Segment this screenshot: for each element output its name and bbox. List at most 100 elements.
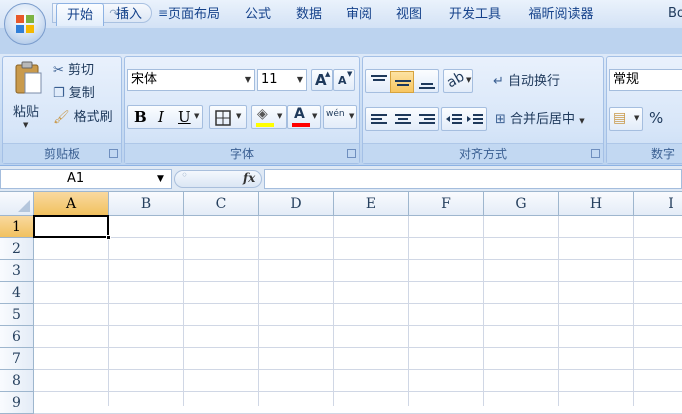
grow-font-button[interactable]: A ▲ xyxy=(311,69,333,91)
paste-button[interactable]: 粘贴 ▼ xyxy=(7,59,47,135)
tab-formulas[interactable]: 公式 xyxy=(236,3,280,26)
row-header-6[interactable]: 6 xyxy=(0,326,34,348)
grid-column-line xyxy=(183,216,184,406)
column-header-c[interactable]: C xyxy=(184,192,259,216)
cut-label: 剪切 xyxy=(68,63,95,78)
tab-insert[interactable]: 插入 xyxy=(106,3,152,26)
bold-button[interactable]: B xyxy=(134,108,147,126)
wrap-text-button[interactable]: ↵ 自动换行 xyxy=(493,71,560,93)
fill-color-button[interactable]: ◈ ▼ xyxy=(251,105,287,129)
office-logo-icon xyxy=(16,15,34,33)
underline-dropdown-icon[interactable]: ▼ xyxy=(194,112,199,120)
copy-button[interactable]: ❐ 复制 xyxy=(53,83,95,105)
clipboard-group-label: 剪贴板 xyxy=(3,143,121,163)
fill-color-dropdown-icon[interactable]: ▼ xyxy=(277,112,282,120)
formula-input[interactable] xyxy=(264,169,682,189)
name-box-value: A1 xyxy=(67,171,85,186)
tab-data[interactable]: 数据 xyxy=(286,3,332,26)
tab-page-layout[interactable]: 页面布局 xyxy=(158,3,230,26)
merge-center-dropdown-icon[interactable]: ▼ xyxy=(579,117,584,125)
align-bottom-icon[interactable] xyxy=(418,73,436,91)
font-group: 宋体 ▼ 11 ▼ A ▲ A ▼ B I U ▼ ▼ ◈ ▼ A ▼ wén … xyxy=(124,56,360,164)
align-top-icon[interactable] xyxy=(370,73,388,91)
decrease-indent-icon[interactable] xyxy=(445,111,463,129)
format-painter-button[interactable]: 🖌 格式刷 xyxy=(53,107,113,129)
increase-indent-icon[interactable] xyxy=(466,111,484,129)
scissors-icon: ✂ xyxy=(53,63,64,78)
row-header-9[interactable]: 9 xyxy=(0,392,34,414)
align-left-icon[interactable] xyxy=(370,111,388,129)
italic-button[interactable]: I xyxy=(158,108,164,126)
alignment-group: ab ▼ ↵ 自动换行 ⊞ 合并后居中 ▼ 对齐方式 xyxy=(362,56,604,164)
accounting-format-button[interactable]: ▤ ▼ xyxy=(609,107,643,131)
align-right-icon[interactable] xyxy=(418,111,436,129)
tab-view[interactable]: 视图 xyxy=(386,3,432,26)
accounting-dropdown-icon[interactable]: ▼ xyxy=(634,114,639,122)
number-format-combo[interactable]: 常规 xyxy=(609,69,682,91)
font-dialog-launcher-icon[interactable] xyxy=(347,149,356,158)
row-header-5[interactable]: 5 xyxy=(0,304,34,326)
font-color-dropdown-icon[interactable]: ▼ xyxy=(312,112,317,120)
row-header-3[interactable]: 3 xyxy=(0,260,34,282)
select-all-corner[interactable] xyxy=(0,192,34,216)
row-header-8[interactable]: 8 xyxy=(0,370,34,392)
row-header-4[interactable]: 4 xyxy=(0,282,34,304)
number-group: 常规 ▤ ▼ % 数字 xyxy=(606,56,682,164)
office-button[interactable] xyxy=(4,3,46,45)
phonetic-button[interactable]: wén ▼ xyxy=(323,105,357,129)
phonetic-icon: wén xyxy=(326,109,345,119)
formula-splitter-icon[interactable]: ◦ xyxy=(181,168,188,182)
borders-dropdown-icon[interactable]: ▼ xyxy=(236,112,241,120)
fill-handle[interactable] xyxy=(106,235,111,240)
merge-center-button[interactable]: ⊞ 合并后居中 ▼ xyxy=(495,109,585,131)
accounting-icon: ▤ xyxy=(613,110,627,126)
tab-review[interactable]: 审阅 xyxy=(336,3,382,26)
ribbon-tab-bar xyxy=(0,28,682,54)
tab-developer[interactable]: 开发工具 xyxy=(438,3,512,26)
orientation-dropdown-icon[interactable]: ▼ xyxy=(466,76,471,84)
font-size-dropdown-icon[interactable]: ▼ xyxy=(297,70,303,90)
orientation-button[interactable]: ab ▼ xyxy=(443,69,473,93)
column-header-i[interactable]: I xyxy=(634,192,682,216)
name-box[interactable]: A1 ▼ xyxy=(0,169,172,189)
column-header-f[interactable]: F xyxy=(409,192,484,216)
column-header-a[interactable]: A xyxy=(34,192,109,216)
row-header-1[interactable]: 1 xyxy=(0,216,34,238)
column-header-d[interactable]: D xyxy=(259,192,334,216)
grid-column-line xyxy=(258,216,259,406)
shrink-font-button[interactable]: A ▼ xyxy=(333,69,355,91)
font-size-value: 11 xyxy=(261,72,278,87)
font-color-button[interactable]: A ▼ xyxy=(287,105,321,129)
insert-function-icon[interactable]: fx xyxy=(243,171,255,185)
tab-foxit-reader[interactable]: 福昕阅读器 xyxy=(516,3,606,26)
grid-row-line xyxy=(34,347,682,348)
name-box-dropdown-icon[interactable]: ▼ xyxy=(157,170,164,188)
row-header-7[interactable]: 7 xyxy=(0,348,34,370)
borders-icon xyxy=(215,110,231,126)
paste-icon xyxy=(15,61,42,94)
column-header-h[interactable]: H xyxy=(559,192,634,216)
cut-button[interactable]: ✂ 剪切 xyxy=(53,60,94,82)
orientation-icon: ab xyxy=(444,68,468,92)
borders-button[interactable]: ▼ xyxy=(209,105,247,129)
font-size-combo[interactable]: 11 ▼ xyxy=(257,69,307,91)
copy-label: 复制 xyxy=(68,86,95,101)
font-name-combo[interactable]: 宋体 ▼ xyxy=(127,69,255,91)
shrink-font-icon: A xyxy=(338,74,347,87)
row-header-2[interactable]: 2 xyxy=(0,238,34,260)
percent-button[interactable]: % xyxy=(649,109,663,127)
column-header-b[interactable]: B xyxy=(109,192,184,216)
alignment-dialog-launcher-icon[interactable] xyxy=(591,149,600,158)
column-header-e[interactable]: E xyxy=(334,192,409,216)
tab-home[interactable]: 开始 xyxy=(56,3,104,26)
phonetic-dropdown-icon[interactable]: ▼ xyxy=(349,112,354,120)
clipboard-dialog-launcher-icon[interactable] xyxy=(109,149,118,158)
align-middle-button[interactable] xyxy=(390,71,414,93)
column-header-g[interactable]: G xyxy=(484,192,559,216)
align-center-icon[interactable] xyxy=(394,111,412,129)
underline-button[interactable]: U xyxy=(178,108,191,126)
active-cell[interactable] xyxy=(33,215,111,240)
font-name-dropdown-icon[interactable]: ▼ xyxy=(245,70,251,90)
paste-dropdown-icon[interactable]: ▼ xyxy=(23,121,28,129)
font-group-label: 字体 xyxy=(125,143,359,163)
